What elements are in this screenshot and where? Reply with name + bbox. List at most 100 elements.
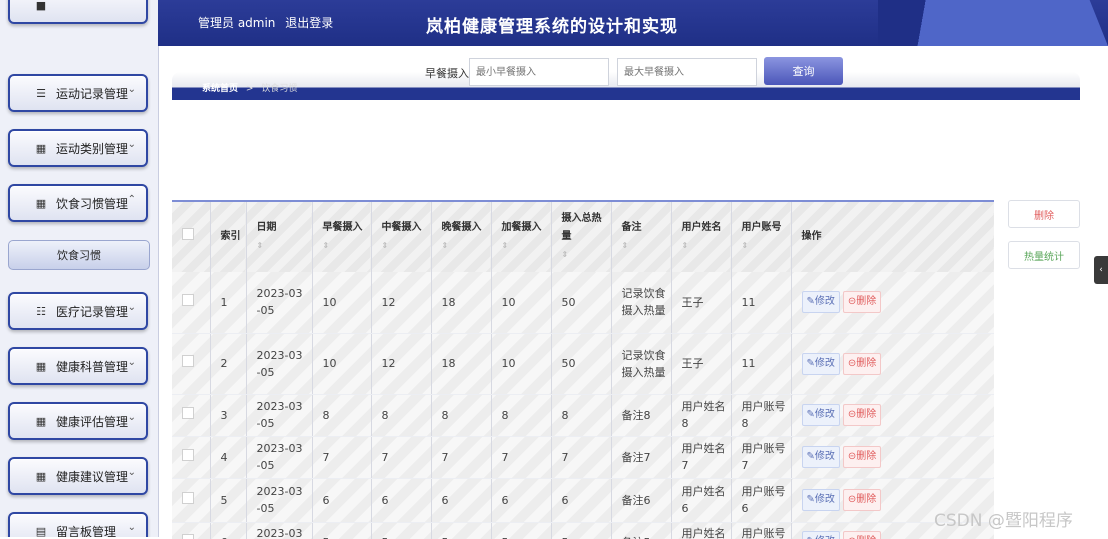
col-breakfast[interactable]: 早餐摄入 ⇕ <box>312 202 371 272</box>
cell-user-account: 11 <box>731 272 791 333</box>
col-actions: 操作 <box>791 202 994 272</box>
col-index[interactable]: 索引 <box>210 202 246 272</box>
data-table: 索引 日期⇕ 早餐摄入 ⇕ 中餐摄入 ⇕ 晚餐摄入 ⇕ 加餐摄入 ⇕ 摄入总热量… <box>172 200 994 539</box>
cell-date: 2023-03-05 <box>246 272 312 333</box>
col-dinner[interactable]: 晚餐摄入 ⇕ <box>431 202 491 272</box>
submenu-diet-habits[interactable]: 饮食习惯 <box>8 240 150 270</box>
delete-button[interactable]: ⊝删除 <box>843 404 881 426</box>
cell-index: 5 <box>210 478 246 522</box>
cell-total: 7 <box>551 436 611 478</box>
col-total-calories[interactable]: 摄入总热量⇕ <box>551 202 611 272</box>
edit-button[interactable]: ✎修改 <box>802 353 840 375</box>
cell-lunch: 8 <box>371 394 431 436</box>
table-row[interactable]: 42023-03-0577777备注7用户姓名7用户账号7✎修改⊝删除 <box>172 436 994 478</box>
row-checkbox[interactable] <box>182 294 194 306</box>
table-row[interactable]: 32023-03-0588888备注8用户姓名8用户账号8✎修改⊝删除 <box>172 394 994 436</box>
row-checkbox[interactable] <box>182 449 194 461</box>
chevron-down-icon: ⌄ <box>128 302 136 313</box>
delete-button[interactable]: ⊝删除 <box>843 531 881 539</box>
search-button[interactable]: 查询 <box>764 57 843 85</box>
grid-icon: ▦ <box>34 415 48 428</box>
edit-button[interactable]: ✎修改 <box>802 404 840 426</box>
col-user-name[interactable]: 用户姓名 ⇕ <box>671 202 731 272</box>
menu-item-prev[interactable]: ■ <box>8 0 148 24</box>
cell-lunch: 12 <box>371 333 431 394</box>
table-row[interactable]: 62023-03-0555555备注5用户姓名5用户账号5✎修改⊝删除 <box>172 522 994 539</box>
checkbox[interactable] <box>172 272 210 333</box>
cell-user-name: 王子 <box>671 333 731 394</box>
system-title: 岚柏健康管理系统的设计和实现 <box>426 12 678 37</box>
delete-button[interactable]: ⊝删除 <box>843 489 881 511</box>
menu-item-medical-records[interactable]: ☷ 医疗记录管理 ⌄ <box>8 292 148 330</box>
admin-label: 管理员 admin <box>198 16 275 30</box>
cell-snack: 8 <box>491 394 551 436</box>
col-lunch[interactable]: 中餐摄入 ⇕ <box>371 202 431 272</box>
edit-icon: ✎ <box>807 451 815 462</box>
cell-snack: 6 <box>491 478 551 522</box>
checkbox[interactable] <box>172 333 210 394</box>
cell-index: 6 <box>210 522 246 539</box>
menu-item-health-assessment[interactable]: ▦ 健康评估管理 ⌄ <box>8 402 148 440</box>
table-row[interactable]: 22023-03-051012181050记录饮食摄入热量王子11✎修改⊝删除 <box>172 333 994 394</box>
checkbox[interactable] <box>172 522 210 539</box>
delete-button[interactable]: ⊝删除 <box>843 291 881 313</box>
row-checkbox[interactable] <box>182 407 194 419</box>
collapse-tab-icon[interactable]: ‹ <box>1094 256 1108 284</box>
cell-snack: 5 <box>491 522 551 539</box>
breadcrumb-home[interactable]: 系统首页 <box>202 84 238 94</box>
cell-index: 4 <box>210 436 246 478</box>
checkbox[interactable] <box>172 478 210 522</box>
logout-link[interactable]: 退出登录 <box>285 16 333 30</box>
edit-icon: ✎ <box>807 358 815 369</box>
delete-button[interactable]: ⊝删除 <box>843 353 881 375</box>
menu-item-exercise-records[interactable]: ☰ 运动记录管理 ⌄ <box>8 74 148 112</box>
edit-icon: ✎ <box>807 296 815 307</box>
cell-dinner: 18 <box>431 333 491 394</box>
menu-item-diet-habits[interactable]: ▦ 饮食习惯管理 ⌃ <box>8 184 148 222</box>
menu-label: 饮食习惯管理 <box>56 195 128 212</box>
list-icon: ☰ <box>34 87 48 100</box>
grid-icon: ▦ <box>34 197 48 210</box>
cell-note: 备注5 <box>611 522 671 539</box>
edit-button[interactable]: ✎修改 <box>802 489 840 511</box>
menu-item-health-advice[interactable]: ▦ 健康建议管理 ⌄ <box>8 457 148 495</box>
col-snack[interactable]: 加餐摄入 ⇕ <box>491 202 551 272</box>
row-checkbox[interactable] <box>182 355 194 367</box>
cell-actions: ✎修改⊝删除 <box>791 333 994 394</box>
table-row[interactable]: 12023-03-051012181050记录饮食摄入热量王子11✎修改⊝删除 <box>172 272 994 333</box>
edit-button[interactable]: ✎修改 <box>802 446 840 468</box>
document-icon: ▤ <box>34 525 48 538</box>
select-all-checkbox[interactable] <box>172 202 210 272</box>
sidebar: ■ ☰ 运动记录管理 ⌄ ▦ 运动类别管理 ⌄ ▦ 饮食习惯管理 ⌃ 饮食习惯 … <box>0 0 159 537</box>
batch-delete-button[interactable]: 删除 <box>1008 200 1080 228</box>
cell-breakfast: 5 <box>312 522 371 539</box>
col-note[interactable]: 备注⇕ <box>611 202 671 272</box>
checkbox[interactable] <box>172 394 210 436</box>
cell-snack: 7 <box>491 436 551 478</box>
edit-button[interactable]: ✎修改 <box>802 291 840 313</box>
col-user-account[interactable]: 用户账号 ⇕ <box>731 202 791 272</box>
menu-item-exercise-types[interactable]: ▦ 运动类别管理 ⌄ <box>8 129 148 167</box>
cell-snack: 10 <box>491 272 551 333</box>
row-checkbox[interactable] <box>182 492 194 504</box>
menu-item-message-board[interactable]: ▤ 留言板管理 ⌄ <box>8 512 148 537</box>
cell-actions: ✎修改⊝删除 <box>791 272 994 333</box>
row-checkbox[interactable] <box>182 534 194 539</box>
min-breakfast-input[interactable] <box>469 58 609 86</box>
delete-button[interactable]: ⊝删除 <box>843 446 881 468</box>
cell-dinner: 18 <box>431 272 491 333</box>
menu-label: 留言板管理 <box>56 523 116 538</box>
edit-button[interactable]: ✎修改 <box>802 531 840 539</box>
cell-total: 8 <box>551 394 611 436</box>
calorie-stats-button[interactable]: 热量统计 <box>1008 241 1080 269</box>
table-row[interactable]: 52023-03-0566666备注6用户姓名6用户账号6✎修改⊝删除 <box>172 478 994 522</box>
max-breakfast-input[interactable] <box>617 58 757 86</box>
menu-item-health-science[interactable]: ▦ 健康科普管理 ⌄ <box>8 347 148 385</box>
menu-label: 健康建议管理 <box>56 468 128 485</box>
cell-note: 备注8 <box>611 394 671 436</box>
col-date[interactable]: 日期⇕ <box>246 202 312 272</box>
edit-icon: ✎ <box>807 494 815 505</box>
edit-icon: ✎ <box>807 409 815 420</box>
cell-lunch: 6 <box>371 478 431 522</box>
checkbox[interactable] <box>172 436 210 478</box>
